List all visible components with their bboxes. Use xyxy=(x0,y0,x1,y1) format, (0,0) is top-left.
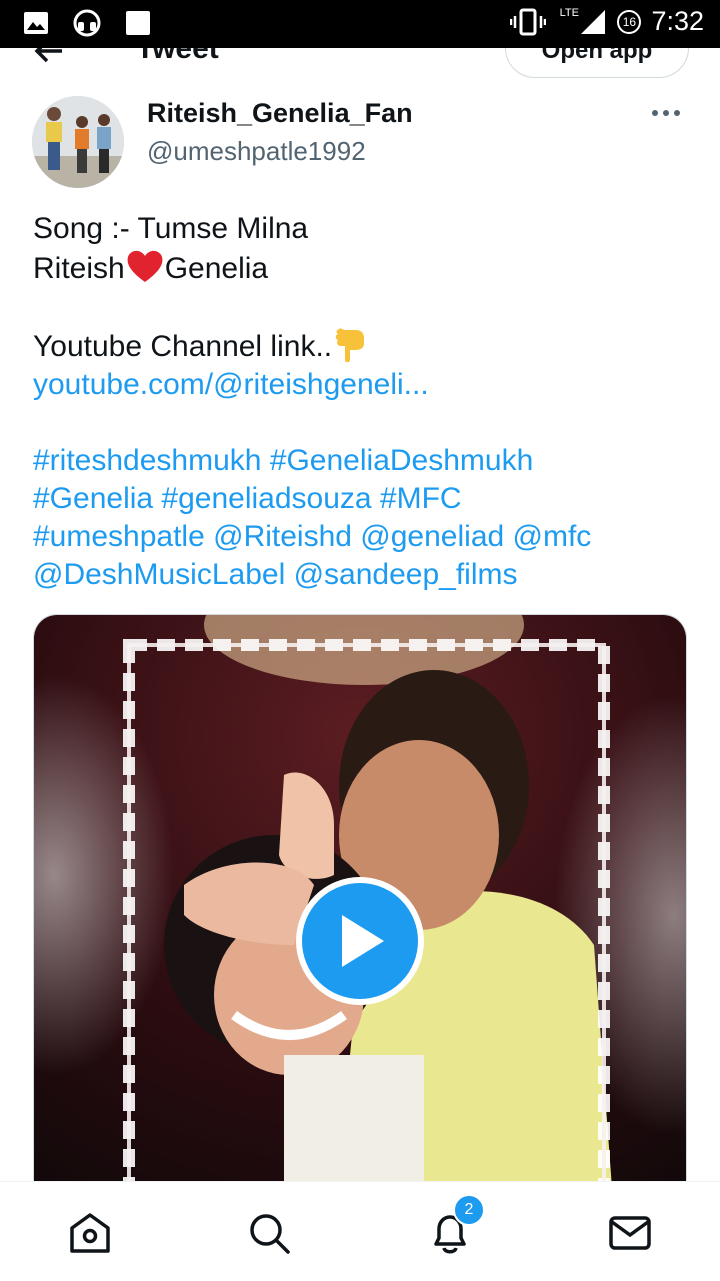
pointing-down-icon xyxy=(335,328,365,363)
nav-home[interactable] xyxy=(67,1210,113,1256)
youtube-link[interactable]: youtube.com/@riteishgeneli... xyxy=(33,366,693,404)
notification-count-badge: 16 xyxy=(617,9,642,34)
nav-notifications[interactable]: 2 xyxy=(427,1194,485,1256)
name-riteish: Riteish xyxy=(33,252,125,285)
headset-icon xyxy=(73,9,101,37)
status-bar: LTE 16 7:32 xyxy=(0,0,720,48)
nav-messages[interactable] xyxy=(607,1210,653,1256)
tweet-text: Song :- Tumse Milna Riteish Genelia Youtu… xyxy=(33,210,693,594)
page-title: Tweet xyxy=(136,48,219,65)
author-handle[interactable]: @umeshpatle1992 xyxy=(147,136,366,167)
gallery-icon xyxy=(24,12,48,34)
hashtags-line-3[interactable]: #umeshpatle @Riteishd @geneliad @mfc xyxy=(33,518,693,556)
tweet-line-names: Riteish Genelia xyxy=(33,248,693,288)
play-icon xyxy=(342,915,384,967)
author-name[interactable]: Riteish_Genelia_Fan xyxy=(147,98,413,129)
vibrate-icon xyxy=(509,8,546,35)
nav-search[interactable] xyxy=(246,1210,292,1256)
back-arrow-icon[interactable] xyxy=(32,48,66,68)
messages-icon xyxy=(609,1216,651,1250)
home-icon xyxy=(70,1213,110,1253)
bottom-navigation: 2 xyxy=(0,1181,720,1281)
open-app-button[interactable]: Open app xyxy=(505,48,689,78)
top-header: Tweet Open app xyxy=(0,48,720,98)
blank-app-icon xyxy=(126,11,150,35)
search-icon xyxy=(250,1214,290,1254)
network-type: LTE xyxy=(559,6,579,19)
name-genelia: Genelia xyxy=(164,252,269,285)
tweet-line-song: Song :- Tumse Milna xyxy=(33,212,309,245)
signal-icon xyxy=(581,9,606,34)
more-options-icon[interactable] xyxy=(652,104,688,122)
notifications-badge: 2 xyxy=(453,1194,485,1226)
channel-label: Youtube Channel link.. xyxy=(33,330,333,363)
red-heart-icon xyxy=(127,250,163,282)
play-button[interactable] xyxy=(296,877,424,1005)
avatar[interactable] xyxy=(32,96,124,188)
tweet-line-channel: Youtube Channel link.. xyxy=(33,326,693,366)
hashtags-line-1[interactable]: #riteshdeshmukh #GeneliaDeshmukh xyxy=(33,442,693,480)
clock: 7:32 xyxy=(651,6,704,36)
hashtags-line-4[interactable]: @DeshMusicLabel @sandeep_films xyxy=(33,556,693,594)
hashtags-line-2[interactable]: #Genelia #geneliadsouza #MFC xyxy=(33,480,693,518)
avatar-image xyxy=(32,96,124,188)
video-thumbnail[interactable] xyxy=(33,614,687,1214)
